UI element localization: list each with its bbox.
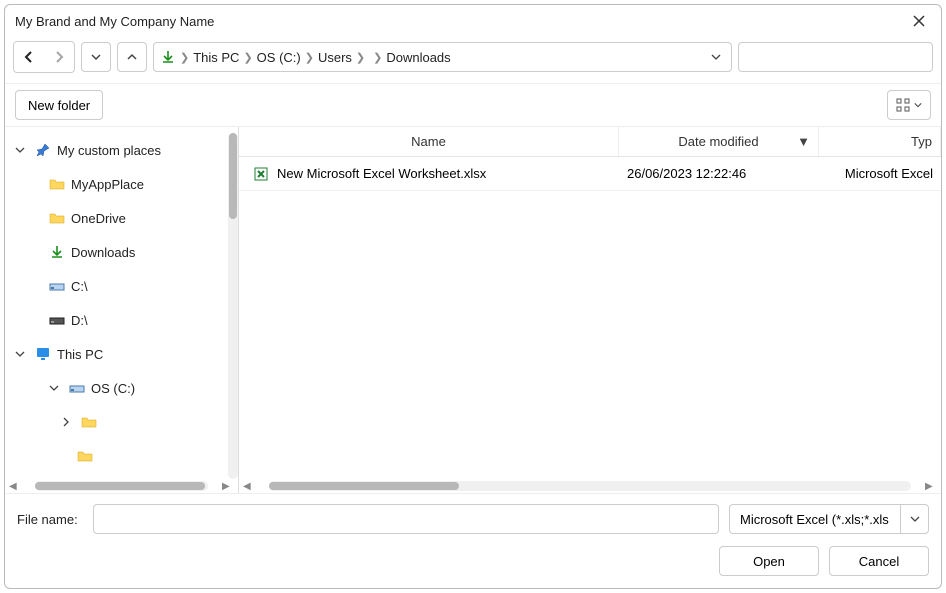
file-list: Name Date modified ▼ Typ New Microsoft E…: [239, 127, 941, 493]
sidebar-scrollbar-horizontal[interactable]: ◀ ▶: [5, 479, 238, 493]
file-type-selected: Microsoft Excel (*.xls;*.xls: [730, 512, 900, 527]
collapse-icon[interactable]: [49, 383, 63, 393]
crumb-this-pc[interactable]: This PC: [193, 50, 239, 65]
dialog-footer: File name: Microsoft Excel (*.xls;*.xls …: [5, 493, 941, 588]
filename-row: File name: Microsoft Excel (*.xls;*.xls: [17, 504, 929, 534]
nav-back-forward: [13, 41, 75, 73]
filename-input[interactable]: [93, 504, 719, 534]
column-header-date[interactable]: Date modified ▼: [619, 127, 819, 156]
tree-label: MyAppPlace: [71, 177, 144, 192]
scrollbar-thumb[interactable]: [269, 482, 459, 490]
toolbar: New folder: [5, 83, 941, 127]
chevron-down-icon[interactable]: [900, 505, 928, 533]
file-dialog-window: My Brand and My Company Name ❯ This PC ❯…: [4, 4, 942, 589]
file-type-combo[interactable]: Microsoft Excel (*.xls;*.xls: [729, 504, 929, 534]
tree-node-child[interactable]: [5, 439, 238, 473]
tree-label: OneDrive: [71, 211, 126, 226]
chevron-right-icon: ❯: [356, 51, 365, 64]
drive-icon: [69, 380, 85, 396]
tree-node-c-drive[interactable]: C:\: [5, 269, 238, 303]
collapse-icon[interactable]: [15, 145, 29, 155]
nav-row: ❯ This PC ❯ OS (C:) ❯ Users ❯ ❯ Download…: [5, 39, 941, 83]
tree-node-custom-places[interactable]: My custom places: [5, 133, 238, 167]
file-name: New Microsoft Excel Worksheet.xlsx: [277, 166, 486, 181]
new-folder-button[interactable]: New folder: [15, 90, 103, 120]
pin-icon: [35, 142, 51, 158]
tree-node-this-pc[interactable]: This PC: [5, 337, 238, 371]
breadcrumb[interactable]: ❯ This PC ❯ OS (C:) ❯ Users ❯ ❯ Download…: [153, 42, 732, 72]
folder-icon: [49, 176, 65, 192]
filename-label: File name:: [17, 512, 83, 527]
tree-node-downloads[interactable]: Downloads: [5, 235, 238, 269]
main-scrollbar-horizontal[interactable]: ◀ ▶: [239, 479, 941, 493]
drive-icon: [49, 278, 65, 294]
close-button[interactable]: [905, 9, 933, 33]
file-type: Microsoft Excel: [819, 166, 941, 181]
grid-body: New Microsoft Excel Worksheet.xlsx 26/06…: [239, 157, 941, 493]
titlebar: My Brand and My Company Name: [5, 5, 941, 39]
scroll-right-icon[interactable]: ▶: [925, 481, 937, 492]
column-header-name[interactable]: Name: [239, 127, 619, 156]
crumb-os-c[interactable]: OS (C:): [257, 50, 301, 65]
collapse-icon[interactable]: [15, 349, 29, 359]
tree-node-onedrive[interactable]: OneDrive: [5, 201, 238, 235]
tree-label: My custom places: [57, 143, 161, 158]
forward-button[interactable]: [44, 42, 74, 72]
grid-view-icon: [896, 98, 910, 112]
scroll-left-icon[interactable]: ◀: [9, 481, 21, 492]
folder-icon: [81, 414, 97, 430]
chevron-right-icon: ❯: [243, 51, 252, 64]
crumb-users[interactable]: Users: [318, 50, 352, 65]
tree-node-myappplace[interactable]: MyAppPlace: [5, 167, 238, 201]
chevron-down-icon: [914, 101, 922, 109]
file-date: 26/06/2023 12:22:46: [619, 166, 819, 181]
scroll-left-icon[interactable]: ◀: [243, 481, 255, 492]
folder-tree: My custom places MyAppPlace OneDrive Dow…: [5, 127, 238, 479]
file-row[interactable]: New Microsoft Excel Worksheet.xlsx 26/06…: [239, 157, 941, 191]
sidebar: My custom places MyAppPlace OneDrive Dow…: [5, 127, 239, 493]
recent-dropdown-button[interactable]: [81, 42, 111, 72]
tree-label: D:\: [71, 313, 88, 328]
chevron-right-icon: ❯: [373, 51, 382, 64]
back-button[interactable]: [14, 42, 44, 72]
monitor-icon: [35, 346, 51, 362]
cancel-button[interactable]: Cancel: [829, 546, 929, 576]
tree-label: C:\: [71, 279, 88, 294]
download-icon: [49, 244, 65, 260]
breadcrumb-dropdown[interactable]: [707, 52, 725, 62]
chevron-right-icon: ❯: [180, 51, 189, 64]
button-row: Open Cancel: [17, 546, 929, 576]
tree-label: This PC: [57, 347, 103, 362]
tree-node-child[interactable]: [5, 405, 238, 439]
open-button[interactable]: Open: [719, 546, 819, 576]
sidebar-scrollbar-vertical[interactable]: [228, 133, 238, 479]
folder-icon: [49, 210, 65, 226]
drive-icon: [49, 312, 65, 328]
expand-icon[interactable]: [61, 417, 75, 427]
sort-desc-icon: ▼: [797, 134, 810, 149]
up-button[interactable]: [117, 42, 147, 72]
chevron-right-icon: ❯: [305, 51, 314, 64]
tree-node-os-c[interactable]: OS (C:): [5, 371, 238, 405]
grid-header: Name Date modified ▼ Typ: [239, 127, 941, 157]
window-title: My Brand and My Company Name: [15, 14, 214, 29]
folder-icon: [77, 448, 93, 464]
tree-node-d-drive[interactable]: D:\: [5, 303, 238, 337]
search-input[interactable]: [738, 42, 933, 72]
excel-file-icon: [253, 166, 269, 182]
scrollbar-thumb[interactable]: [35, 482, 205, 490]
dialog-body: My custom places MyAppPlace OneDrive Dow…: [5, 127, 941, 493]
scrollbar-thumb[interactable]: [229, 133, 237, 219]
scroll-right-icon[interactable]: ▶: [222, 481, 234, 492]
download-icon: [160, 49, 176, 65]
crumb-downloads[interactable]: Downloads: [386, 50, 450, 65]
tree-label: OS (C:): [91, 381, 135, 396]
view-mode-button[interactable]: [887, 90, 931, 120]
column-header-type[interactable]: Typ: [819, 127, 941, 156]
tree-label: Downloads: [71, 245, 135, 260]
